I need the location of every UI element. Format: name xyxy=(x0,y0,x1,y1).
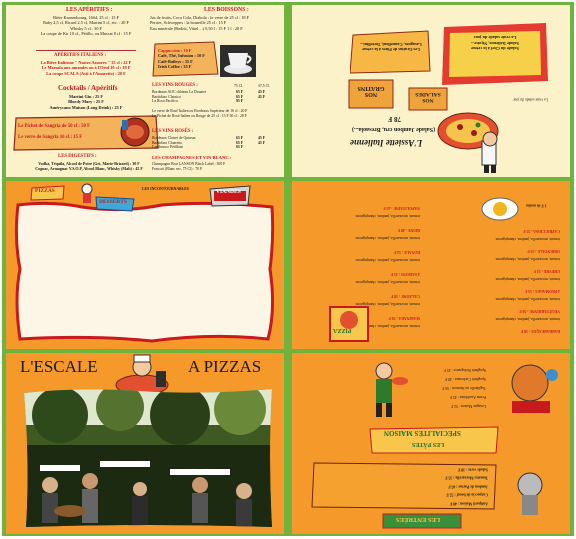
chef-icon xyxy=(81,183,93,203)
salads-lines: Salade du Chef à la crème Salade Italien… xyxy=(471,35,519,52)
vins-roses-title: LES VINS ROSÉS : xyxy=(152,129,194,134)
panel-drinks: LES APÉRITIFS : Bière Kronenbourg, 1664,… xyxy=(6,5,284,177)
divider xyxy=(36,50,136,51)
chef-pizza-icon xyxy=(437,112,499,173)
specialities-banner-label: SPÉCIALITÉS MAISON xyxy=(384,429,461,437)
desserts-tab-label: DESSERTS xyxy=(99,199,127,205)
cocktails-title: Cocktails / Apéritifs xyxy=(58,84,118,92)
viandes-tab-label: VIANDES xyxy=(216,189,241,195)
aperitifs-title: LES APÉRITIFS : xyxy=(66,7,113,13)
pizza-sign-icon xyxy=(329,306,369,342)
egg-badge: 1 F de moins xyxy=(526,203,547,208)
salads-box xyxy=(442,23,548,85)
vins-header-75: 75 Cl. xyxy=(234,84,244,88)
boissons-title: LES BOISSONS : xyxy=(204,7,249,13)
title-left: L'ESCALE xyxy=(20,357,98,376)
gratins-box xyxy=(350,30,431,74)
panel-salads: Salade du Chef à la crème Salade Italien… xyxy=(292,5,570,177)
gratins-lines: Les Gratins de Pâtes à la crème Lasagnes… xyxy=(360,41,422,52)
title-right: A PIZZAS xyxy=(188,357,262,376)
panel-specialities: Lasagne Maison : 52 F Penne Arrabbiata :… xyxy=(292,353,570,534)
knight-icon xyxy=(517,472,543,515)
digestifs-list: Vodka, Téquila, Alcool de Poire (Get, Ma… xyxy=(35,161,143,172)
champagne-list: Champagne Brut LANSON Black Label : 300 … xyxy=(152,162,226,171)
italian-title: APÉRITIFS ITALIENS : xyxy=(54,53,107,58)
panel-cover: PIZZAS DESSERTS LES INCONTOURNABLES VIAN… xyxy=(6,181,284,349)
assiette-price: 78 F xyxy=(388,115,402,123)
sangria-list: Le Pichet de Sangria de 50 cl : 50 F Le … xyxy=(18,124,91,140)
panel-pizzas: MARINARA : 50 F CALZONE : 58 F 4 SAISONS… xyxy=(292,181,570,349)
pizzas-desc-right: tomate, mozzarella, jambon, champignons t… xyxy=(495,237,560,321)
salads-label: NOS SALADES xyxy=(415,91,441,103)
vins-header-37: 37,5 Cl. xyxy=(258,84,271,88)
cocktails-list: Martini Gin : 25 F Bloody Mary : 25 F Am… xyxy=(49,94,123,110)
vins-rouges-table: Bordeaux AOC château La Douaire 65 F 45 F … xyxy=(152,90,266,104)
pizza-sign-label: PIZZA xyxy=(333,327,352,333)
panel-title: L'ESCALE A PIZZAS xyxy=(6,353,284,534)
gratins-label: NOS GRATINS xyxy=(357,85,385,97)
vins-rouges-extra: Le verre de Rosé Italien ou Bordeaux Sup… xyxy=(152,109,248,118)
sangria-pitcher-icon xyxy=(120,117,150,147)
entrees-lines: Antipasti Maison : 48 F Carpaccio de boe… xyxy=(445,467,488,506)
bottom-banner-label: LES ENTRÉES xyxy=(396,516,441,523)
coffee-cup-icon xyxy=(220,45,256,77)
digestifs-title: LES DIGESTIFS : xyxy=(58,154,97,159)
salads-caption: La vraie salade du jour xyxy=(513,97,548,102)
aperitifs-list: Bière Kronenbourg, 1664, 25 cl : 15 F Ba… xyxy=(40,15,132,37)
specialities-banner-sublabel: LES PÂTES xyxy=(412,441,445,447)
incontournables-tab-label: LES INCONTOURNABLES xyxy=(142,187,189,191)
champagne-title: LES CHAMPAGNES ET VIN BLANC : xyxy=(152,155,232,160)
assiette-subtitle: (Salade Jambon cru, Bresaola...) xyxy=(352,126,436,132)
terrace-photo xyxy=(24,389,272,527)
italian-list: La Bière Italienne " Nastro Azzurro " 33… xyxy=(40,60,132,76)
chef-bell-icon xyxy=(511,364,558,413)
vins-rouges-title: LES VINS ROUGES : xyxy=(152,83,198,88)
coffee-list: Cappuccino : 18 F Café, Thé, Infusion : … xyxy=(158,48,205,70)
vins-roses-table: Bordeaux Clairet de Quinsac 65 F 45 F Bard… xyxy=(152,136,266,150)
assiette-title: L'Assiette Italienne xyxy=(350,138,423,148)
pasta-lines: Lasagne Maison : 52 F Penne Arrabbiata :… xyxy=(442,368,486,408)
egg-icon xyxy=(481,197,519,221)
boissons-list: Jus de fruits, Coca Cola, Diabolo : le v… xyxy=(150,15,250,31)
pizzas-tab-label: PIZZAS xyxy=(35,188,55,194)
cover-frame xyxy=(14,201,275,343)
